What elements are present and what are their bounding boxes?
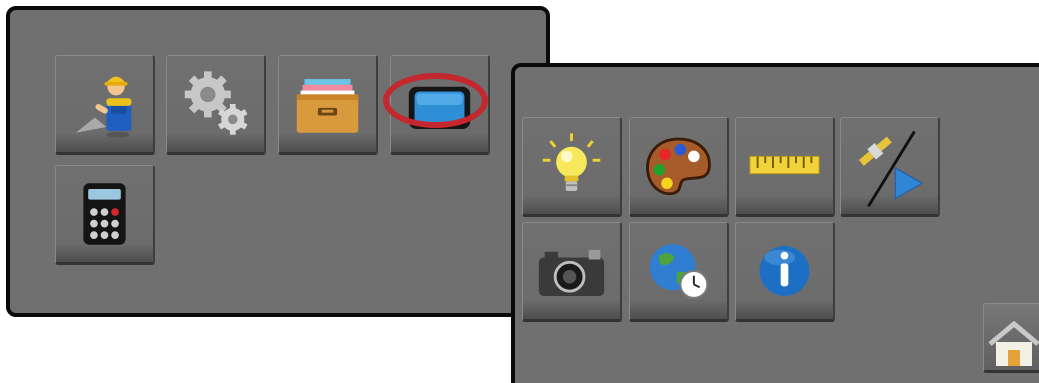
satellite-play-icon — [858, 130, 924, 208]
palette-icon — [646, 137, 711, 196]
setup-tile[interactable] — [55, 55, 155, 155]
globe-clock-icon — [649, 244, 709, 299]
worker-icon — [75, 76, 132, 138]
region-time-tile[interactable] — [629, 222, 729, 322]
about-tile[interactable] — [735, 222, 835, 322]
display-tile[interactable] — [390, 55, 490, 155]
camera-icon — [538, 249, 605, 296]
brightness-tile[interactable] — [522, 117, 622, 217]
color-scheme-tile[interactable] — [629, 117, 729, 217]
settings-tile[interactable] — [166, 55, 266, 155]
units-tile[interactable] — [735, 117, 835, 217]
screenshot-tile[interactable] — [522, 222, 622, 322]
gears-icon — [184, 71, 248, 135]
monitor-icon — [408, 86, 471, 129]
info-icon — [759, 246, 810, 296]
calculator-tile[interactable] — [55, 165, 155, 265]
ruler-icon — [749, 155, 820, 175]
calculator-icon — [83, 183, 126, 245]
home-icon — [988, 320, 1039, 366]
gnss-guidance-tile[interactable] — [840, 117, 940, 217]
lightbulb-icon — [542, 133, 601, 191]
main-menu-panel — [6, 6, 550, 317]
home-button[interactable] — [983, 303, 1039, 373]
file-drawer-icon — [296, 79, 359, 133]
data-tile[interactable] — [278, 55, 378, 155]
